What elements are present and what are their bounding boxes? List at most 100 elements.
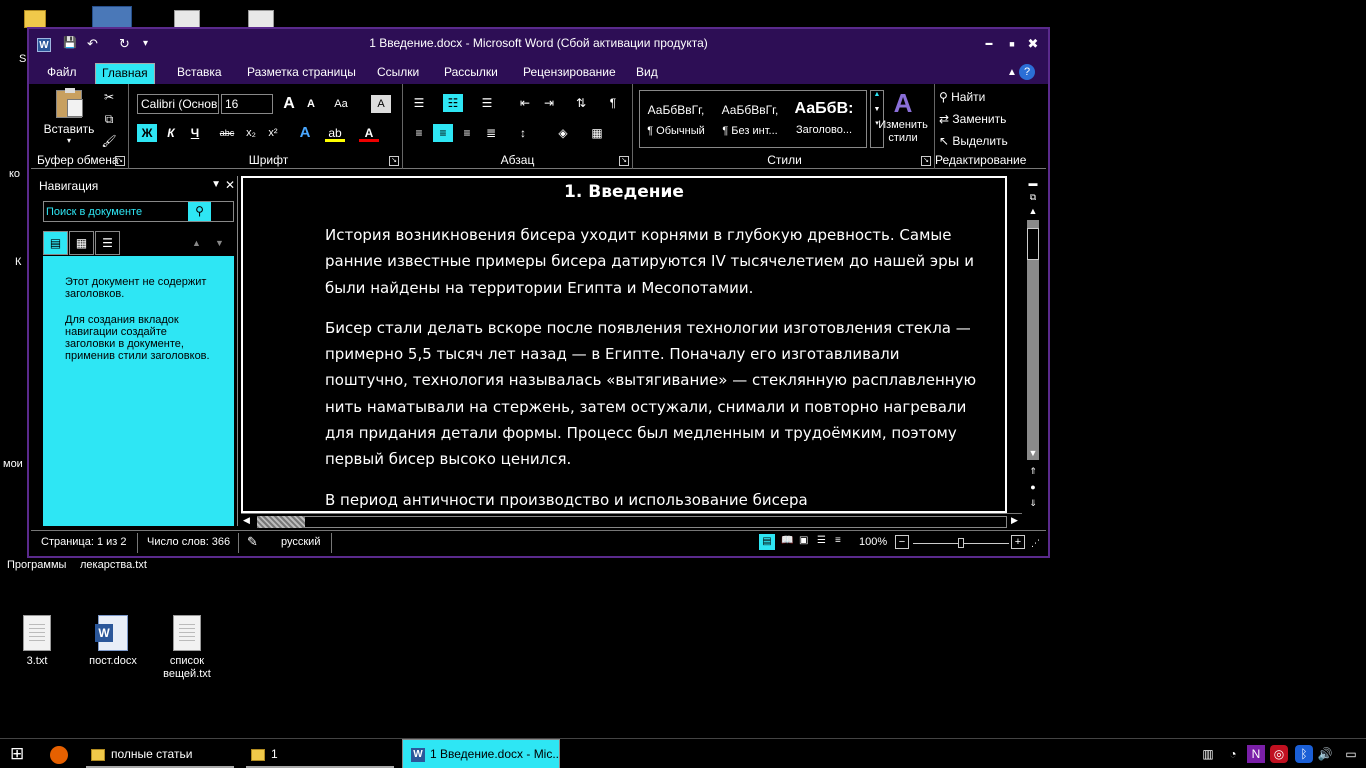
font-launcher-icon[interactable]: ↘ — [389, 156, 399, 166]
desktop-folder-peek[interactable] — [24, 10, 46, 28]
document-paragraph[interactable]: Бисер стали делать вскоре после появлени… — [325, 315, 985, 473]
proofing-icon[interactable]: ✎ — [247, 534, 258, 550]
zoom-slider-thumb[interactable] — [958, 538, 964, 548]
borders-icon[interactable]: ▦ — [587, 124, 607, 142]
shrink-font-icon[interactable]: A — [301, 95, 321, 113]
paragraph-launcher-icon[interactable]: ↘ — [619, 156, 629, 166]
nav-previous-icon[interactable]: ▲ — [192, 238, 201, 248]
scroll-up-icon[interactable]: ▲ — [1026, 204, 1040, 218]
nav-tab-headings[interactable]: ▤ — [43, 231, 68, 255]
strikethrough-icon[interactable]: abc — [217, 124, 237, 142]
font-name-combo[interactable]: Calibri (Основн — [137, 94, 219, 114]
document-paragraph[interactable]: История возникновения бисера уходит корн… — [325, 222, 985, 301]
find-button[interactable]: ⚲ Найти — [939, 90, 985, 104]
outline-view-icon[interactable]: ☰ — [817, 535, 826, 546]
align-left-icon[interactable]: ≡ — [409, 124, 429, 142]
taskbar-item-folder-articles[interactable]: полные статьи — [86, 739, 234, 768]
document-paragraph[interactable]: В период античности производство и испол… — [325, 487, 985, 511]
firefox-icon[interactable] — [50, 739, 68, 768]
copy-icon[interactable]: ⧉ — [99, 110, 119, 128]
style-normal[interactable]: АаБбВвГг, ¶ Обычный — [640, 91, 712, 147]
tab-file[interactable]: Файл — [41, 63, 83, 84]
nav-next-icon[interactable]: ▼ — [215, 238, 224, 248]
resize-grip-icon[interactable]: ⋰ — [1031, 538, 1040, 549]
help-icon[interactable]: ? — [1019, 64, 1035, 80]
sort-icon[interactable]: ⇅ — [571, 94, 591, 112]
next-page-icon[interactable]: ⇓ — [1026, 496, 1040, 510]
vertical-scrollbar[interactable]: ▬ ⧉ ▲ ▼ ⇑ ● ⇓ — [1024, 176, 1044, 516]
minimize-button[interactable]: ▬ — [980, 35, 998, 53]
font-color-icon[interactable]: A — [359, 124, 379, 142]
bold-button[interactable]: Ж — [137, 124, 157, 142]
tab-references[interactable]: Ссылки — [371, 63, 425, 84]
justify-icon[interactable]: ≣ — [481, 124, 501, 142]
decrease-indent-icon[interactable]: ⇤ — [515, 94, 535, 112]
start-button[interactable]: ⊞ — [10, 739, 24, 768]
nav-close-icon[interactable]: ✕ — [225, 178, 235, 192]
zoom-slider[interactable] — [913, 538, 1009, 548]
nav-tab-pages[interactable]: ▦ — [69, 231, 94, 255]
tray-app-icon[interactable]: ◎ — [1270, 745, 1288, 763]
document-heading[interactable]: 1. Введение — [243, 182, 1005, 202]
desktop-app-peek[interactable] — [92, 6, 132, 28]
desktop-label-programs[interactable]: Программы — [7, 559, 66, 571]
replace-button[interactable]: ⇄ Заменить — [939, 112, 1006, 126]
nav-options-icon[interactable]: ▼ — [211, 179, 221, 190]
subscript-icon[interactable]: x₂ — [241, 124, 261, 142]
numbering-icon[interactable]: ☷ — [443, 94, 463, 112]
print-layout-icon[interactable]: ▤ — [759, 534, 775, 550]
text-effects-icon[interactable]: A — [295, 124, 315, 142]
scroll-down-icon[interactable]: ▼ — [1026, 446, 1040, 460]
status-language[interactable]: русский — [281, 536, 320, 548]
highlight-icon[interactable]: ab — [325, 124, 345, 142]
tray-app-icon[interactable]: N — [1247, 745, 1265, 763]
web-layout-icon[interactable]: ▣ — [799, 535, 808, 546]
show-marks-icon[interactable]: ¶ — [603, 94, 623, 112]
styles-launcher-icon[interactable]: ↘ — [921, 156, 931, 166]
nav-search-input[interactable] — [46, 203, 196, 220]
scroll-left-icon[interactable]: ◀ — [243, 515, 250, 526]
multilevel-list-icon[interactable]: ☰ — [477, 94, 497, 112]
format-painter-icon[interactable]: 🖌 — [99, 132, 119, 150]
ruler-icon[interactable]: ⧉ — [1026, 190, 1040, 204]
select-button[interactable]: ↖ Выделить — [939, 134, 1008, 148]
hscroll-thumb[interactable] — [257, 516, 305, 528]
change-case-icon[interactable]: Aa — [331, 95, 351, 113]
line-spacing-icon[interactable]: ↕ — [513, 124, 533, 142]
desktop-icon-spisok-veshchey[interactable]: список вещей.txt — [152, 615, 222, 681]
align-center-icon[interactable]: ≡ — [433, 124, 453, 142]
tab-review[interactable]: Рецензирование — [517, 63, 622, 84]
hscroll-track[interactable] — [257, 516, 1007, 528]
notifications-icon[interactable]: ▭ — [1342, 745, 1360, 763]
desktop-icon-3txt[interactable]: 3.txt — [2, 615, 72, 668]
clear-formatting-icon[interactable]: A — [371, 95, 391, 113]
zoom-level[interactable]: 100% — [859, 536, 887, 548]
taskbar-item-folder-1[interactable]: 1 — [246, 739, 394, 768]
scroll-right-icon[interactable]: ▶ — [1011, 515, 1018, 526]
desktop-icon-post-docx[interactable]: W пост.docx — [78, 615, 148, 668]
previous-page-icon[interactable]: ⇑ — [1026, 464, 1040, 478]
tab-page-layout[interactable]: Разметка страницы — [241, 63, 362, 84]
document-area[interactable]: 1. Введение История возникновения бисера… — [241, 176, 1007, 513]
tab-mailings[interactable]: Рассылки — [438, 63, 504, 84]
style-heading[interactable]: АаБбВ: Заголово... — [788, 91, 860, 147]
clipboard-launcher-icon[interactable]: ↘ — [115, 156, 125, 166]
underline-button[interactable]: Ч — [185, 124, 205, 142]
cut-icon[interactable]: ✂ — [99, 88, 119, 106]
change-styles-button[interactable]: A Изменить стили — [875, 88, 931, 145]
search-icon[interactable]: ⚲ — [188, 202, 211, 221]
volume-icon[interactable]: 🔊 — [1316, 745, 1334, 763]
grow-font-icon[interactable]: A — [279, 95, 299, 113]
close-button[interactable]: ✖ — [1024, 35, 1042, 53]
bullets-icon[interactable]: ☰ — [409, 94, 429, 112]
superscript-icon[interactable]: x² — [263, 124, 283, 142]
shading-icon[interactable]: ◈ — [553, 124, 573, 142]
style-no-spacing[interactable]: АаБбВвГг, ¶ Без инт... — [714, 91, 786, 147]
tab-home[interactable]: Главная — [95, 63, 155, 84]
document-body[interactable]: История возникновения бисера уходит корн… — [325, 222, 985, 511]
desktop-file-peek-2[interactable] — [248, 10, 274, 28]
font-size-combo[interactable]: 16 — [221, 94, 273, 114]
desktop-label-lekarstva[interactable]: лекарства.txt — [80, 559, 147, 571]
align-right-icon[interactable]: ≡ — [457, 124, 477, 142]
bluetooth-icon[interactable]: ᛒ — [1295, 745, 1313, 763]
